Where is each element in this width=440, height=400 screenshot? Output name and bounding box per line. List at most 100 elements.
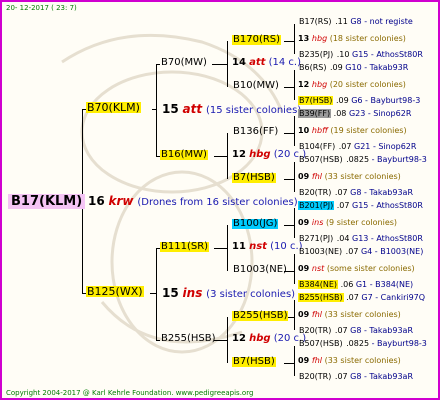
- gen2-queen-top[interactable]: B70(KLM): [86, 102, 141, 113]
- gen5-mating-station: ins: [311, 218, 326, 227]
- gen3-queen-2[interactable]: B16(MW): [160, 150, 208, 160]
- gen5-queen-name: B6(RS): [299, 63, 327, 72]
- gen5-value: .08: [331, 109, 349, 118]
- gen5-value: .06: [338, 280, 356, 289]
- gen5-queen-name: B39(FF): [298, 109, 332, 118]
- gen5-value: .11: [332, 17, 351, 26]
- gen5-mating-info: 10 hbff (19 sister colonies): [298, 127, 407, 135]
- gen5-queen[interactable]: B255(HSB) .07 G7 - Cankiri97Q: [298, 293, 426, 302]
- gen5-value: .0825: [343, 339, 372, 348]
- gen5-mating-note: (33 sister colonies): [324, 172, 401, 181]
- gen5-queen[interactable]: B20(TR) .07 G8 - Takab93aR: [298, 373, 413, 381]
- gen5-queen-name: B20(TR): [299, 372, 332, 381]
- gen5-queen-name: B1003(NE): [299, 247, 343, 256]
- gen4-queen-1[interactable]: B170(RS): [232, 35, 282, 45]
- gen5-queen-name: B20(TR): [299, 326, 332, 335]
- gen5-mating-count: 09: [298, 172, 312, 181]
- gen5-lineage-code: G15 - AthosSt80R: [352, 201, 423, 210]
- gen5-queen[interactable]: B384(NE) .06 G1 - B384(NE): [298, 280, 414, 289]
- gen5-queen-name: B20(TR): [299, 188, 332, 197]
- gen5-mating-count: 09: [298, 264, 312, 273]
- gen5-value: .07: [332, 188, 351, 197]
- gen5-lineage-code: G1 - B384(NE): [355, 280, 414, 289]
- gen5-lineage-code: G6 - Bayburt98-3: [351, 96, 421, 105]
- gen4-queen-6[interactable]: B1003(NE): [232, 265, 288, 275]
- gen5-mating-info: 09 fhl (33 sister colonies): [298, 357, 401, 365]
- gen5-lineage-code: G8 - not registe: [350, 17, 413, 26]
- gen5-value: .09: [327, 63, 346, 72]
- gen4-queen-4[interactable]: B7(HSB): [232, 173, 276, 183]
- gen5-queen[interactable]: B17(RS) .11 G8 - not registe: [298, 18, 413, 26]
- gen5-queen-name: B201(PJ): [298, 201, 335, 210]
- gen5-queen-name: B7(HSB): [298, 96, 334, 105]
- gen5-value: .07: [332, 326, 351, 335]
- gen2-queen-bottom[interactable]: B125(WX): [86, 286, 144, 297]
- gen5-queen[interactable]: B20(TR) .07 G8 - Takab93aR: [298, 327, 413, 335]
- gen5-mating-note: (19 sister colonies): [330, 126, 407, 135]
- gen4-queen-2[interactable]: B10(MW): [232, 81, 280, 91]
- gen5-queen[interactable]: B507(HSB) .0825 - Bayburt98-3: [298, 340, 427, 348]
- gen5-value: .04: [334, 234, 352, 243]
- gen5-mating-count: 09: [298, 310, 312, 319]
- gen5-lineage-code: G13 - AthosSt80R: [352, 234, 423, 243]
- gen5-queen[interactable]: B6(RS) .09 G10 - Takab93R: [298, 64, 408, 72]
- root-mating-station: krw: [108, 194, 134, 208]
- gen4-queen-3[interactable]: B136(FF): [232, 127, 279, 137]
- pedigree-frame: 20- 12-2017 ( 23: 7) B17(KLM) 16 krw (Dr…: [0, 0, 440, 400]
- gen3-queen-4[interactable]: B255(HSB): [160, 334, 216, 344]
- gen5-queen-name: B507(HSB): [299, 155, 343, 164]
- gen5-queen-name: B104(FF): [299, 142, 336, 151]
- gen5-queen[interactable]: B507(HSB) .0825 - Bayburt98-3: [298, 156, 427, 164]
- gen5-queen-name: B235(PJ): [299, 50, 334, 59]
- gen5-value: .07: [343, 247, 361, 256]
- gen5-mating-note: (33 sister colonies): [324, 310, 401, 319]
- gen5-mating-note: (18 sister colonies): [329, 34, 406, 43]
- gen5-queen[interactable]: B7(HSB) .09 G6 - Bayburt98-3: [298, 96, 421, 105]
- gen5-queen-name: B384(NE): [298, 280, 339, 289]
- gen5-mating-station: fhl: [311, 172, 325, 181]
- gen5-lineage-code: G10 - Takab93R: [345, 63, 409, 72]
- gen5-mating-station: hbg: [311, 80, 330, 89]
- gen5-queen[interactable]: B39(FF) .08 G23 - Sinop62R: [298, 109, 411, 118]
- gen5-mating-count: 09: [298, 356, 312, 365]
- gen5-queen[interactable]: B1003(NE) .07 G4 - B1003(NE): [298, 248, 423, 256]
- gen5-value: .07: [336, 142, 355, 151]
- gen5-lineage-code: - Bayburt98-3: [371, 339, 427, 348]
- gen5-lineage-code: G7 - Cankiri97Q: [361, 293, 426, 302]
- gen5-value: .0825: [343, 155, 372, 164]
- gen3-queen-3[interactable]: B111(SR): [160, 242, 210, 252]
- gen5-lineage-code: G4 - B1003(NE): [360, 247, 424, 256]
- gen4-queen-8[interactable]: B7(HSB): [232, 357, 276, 367]
- gen5-lineage-code: G15 - AthosSt80R: [352, 50, 423, 59]
- gen5-mating-note: (9 sister colonies): [325, 218, 398, 227]
- root-drones-note: (Drones from 16 sister colonies): [137, 197, 298, 208]
- gen5-mating-info: 09 ins (9 sister colonies): [298, 219, 397, 227]
- gen5-mating-station: hbff: [311, 126, 331, 135]
- gen5-mating-note: (some sister colonies): [326, 264, 415, 273]
- gen5-mating-info: 09 nst (some sister colonies): [298, 265, 415, 273]
- gen5-mating-count: 10: [298, 126, 312, 135]
- gen5-mating-info: 09 fhl (33 sister colonies): [298, 311, 401, 319]
- gen5-queen[interactable]: B271(PJ) .04 G13 - AthosSt80R: [298, 235, 423, 243]
- gen4-queen-7[interactable]: B255(HSB): [232, 311, 289, 321]
- gen5-lineage-code: G8 - Takab93aR: [350, 372, 414, 381]
- gen5-queen[interactable]: B104(FF) .07 G21 - Sinop62R: [298, 143, 416, 151]
- gen5-queen-name: B507(HSB): [299, 339, 343, 348]
- gen2-bottom-mating: 15 ins (3 sister colonies): [162, 286, 296, 300]
- gen5-queen[interactable]: B235(PJ) .10 G15 - AthosSt80R: [298, 51, 423, 59]
- gen4-mating-2: 12 hbg (20 c.): [232, 149, 307, 160]
- gen5-value: .07: [334, 201, 352, 210]
- gen5-queen[interactable]: B20(TR) .07 G8 - Takab93aR: [298, 189, 413, 197]
- root-queen[interactable]: B17(KLM): [8, 194, 86, 209]
- gen3-queen-1[interactable]: B70(MW): [160, 58, 208, 68]
- gen5-value: .09: [333, 96, 352, 105]
- gen5-mating-station: fhl: [311, 356, 325, 365]
- gen5-lineage-code: G8 - Takab93aR: [350, 188, 414, 197]
- gen5-mating-count: 13: [298, 34, 312, 43]
- gen4-mating-4: 12 hbg (20 c.): [232, 333, 307, 344]
- footer-copyright: Copyright 2004-2017 @ Karl Kehrle Founda…: [6, 389, 254, 397]
- gen5-queen[interactable]: B201(PJ) .07 G15 - AthosSt80R: [298, 201, 423, 210]
- gen5-mating-info: 13 hbg (18 sister colonies): [298, 35, 406, 43]
- gen4-queen-5[interactable]: B100(JG): [232, 219, 279, 229]
- gen4-mating-3: 11 nst (10 c.): [232, 241, 303, 252]
